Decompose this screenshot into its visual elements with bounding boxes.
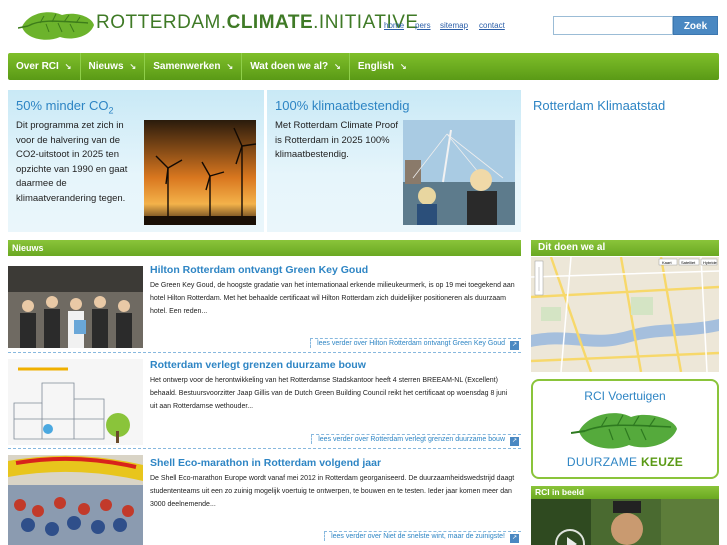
hero-co2-panel[interactable]: 50% minder CO2 Dit programma zet zich in…	[8, 90, 264, 232]
nav-label: English	[357, 61, 394, 72]
arrow-right-icon: ↗	[510, 534, 519, 543]
map-canvas[interactable]: Kaart Satelliet Hybride	[531, 257, 719, 372]
nav-label: Wat doen we al?	[250, 61, 329, 72]
news-item: Shell Eco-marathon in Rotterdam volgend …	[8, 449, 521, 545]
nav-label: Nieuws	[88, 61, 124, 72]
news-photo-hilton[interactable]	[8, 266, 143, 348]
news-title-link[interactable]: Hilton Rotterdam ontvangt Green Key Goud	[150, 264, 368, 276]
header-link-sitemap[interactable]: sitemap	[440, 21, 468, 30]
arrow-down-right-icon: ↘	[64, 62, 72, 71]
wind-turbines-image	[144, 120, 256, 225]
header-link-contact[interactable]: contact	[479, 21, 505, 30]
arrow-down-right-icon: ↘	[129, 62, 137, 71]
rci-voertuigen-title: RCI Voertuigen	[584, 389, 666, 403]
header-link-home[interactable]: home	[384, 21, 404, 30]
arrow-down-right-icon: ↘	[226, 62, 234, 71]
erasmus-bridge-image	[403, 120, 515, 225]
map-zoom-control[interactable]	[534, 260, 544, 296]
leaf-icon	[571, 413, 677, 449]
search-button[interactable]: Zoek	[673, 16, 718, 35]
news-body: Het ontwerp voor de herontwikkeling van …	[150, 377, 508, 410]
hero-climate-proof-title: 100% klimaatbestendig	[275, 98, 410, 113]
news-title-link[interactable]: Rotterdam verlegt grenzen duurzame bouw	[150, 359, 366, 371]
map-control-hybride[interactable]: Hybride	[703, 260, 718, 265]
news-read-more-link[interactable]: lees verder over Hilton Rotterdam ontvan…	[310, 338, 521, 350]
project-map[interactable]: Kaart Satelliet Hybride	[531, 257, 719, 372]
hero-klimaatstad-title: Rotterdam Klimaatstad	[533, 98, 666, 113]
hero-klimaatstad-panel[interactable]: Rotterdam Klimaatstad	[525, 90, 719, 232]
hero-co2-title: 50% minder CO2	[16, 98, 114, 116]
rci-in-beeld-title: RCI in beeld	[531, 486, 719, 499]
news-body: De Green Key Goud, de hoogste gradatie v…	[150, 282, 515, 315]
nav-item-wat-doen-we-al[interactable]: Wat doen we al? ↘	[242, 53, 350, 80]
arrow-right-icon: ↗	[510, 341, 519, 350]
nav-item-over-rci[interactable]: Over RCI ↘	[8, 53, 81, 80]
rci-in-beeld-video[interactable]	[531, 499, 719, 545]
news-photo-eco-marathon[interactable]	[8, 455, 143, 545]
news-title-link[interactable]: Shell Eco-marathon in Rotterdam volgend …	[150, 457, 381, 469]
news-read-more-label: lees verder over Rotterdam verlegt grenz…	[318, 436, 505, 443]
dit-doen-we-al-title: Dit doen we al	[531, 240, 719, 256]
logo-word-rotterdam: ROTTERDAM.	[96, 12, 227, 33]
news-body: De Shell Eco-marathon Europe wordt vanaf…	[150, 475, 515, 508]
news-item: Hilton Rotterdam ontvangt Green Key Goud…	[8, 258, 521, 353]
logo-word-climate: CLIMATE	[226, 12, 314, 33]
search-input[interactable]	[553, 16, 673, 35]
news-photo-stadskantoor[interactable]	[8, 359, 143, 445]
nav-item-samenwerken[interactable]: Samenwerken ↘	[145, 53, 243, 80]
header-link-pers[interactable]: pers	[415, 21, 431, 30]
nav-label: Samenwerken	[153, 61, 221, 72]
hero-climate-proof-text: Met Rotterdam Climate Proof is Rotterdam…	[275, 120, 399, 161]
hero-co2-title-sub: 2	[108, 105, 114, 116]
hero-climate-proof-panel[interactable]: 100% klimaatbestendig Met Rotterdam Clim…	[267, 90, 521, 232]
duurzame-keuze-text-1: DUURZAME	[566, 455, 641, 469]
arrow-down-right-icon: ↘	[399, 62, 407, 71]
map-control-kaart[interactable]: Kaart	[662, 260, 672, 265]
news-item: Rotterdam verlegt grenzen duurzame bouw …	[8, 353, 521, 449]
logo-leaf[interactable]	[18, 7, 98, 43]
news-read-more-link[interactable]: lees verder over Rotterdam verlegt grenz…	[311, 434, 521, 446]
nav-label: Over RCI	[16, 61, 59, 72]
hero-co2-title-main: 50% minder CO	[16, 98, 109, 113]
news-read-more-label: lees verder over Niet de snelste wint, m…	[331, 533, 505, 540]
news-read-more-link[interactable]: lees verder over Niet de snelste wint, m…	[324, 531, 521, 543]
nav-item-nieuws[interactable]: Nieuws ↘	[81, 53, 146, 80]
duurzame-keuze-text-2: KEUZE	[640, 455, 684, 469]
main-nav: Over RCI ↘ Nieuws ↘ Samenwerken ↘ Wat doen …	[8, 53, 719, 80]
duurzame-keuze-text: DUURZAME KEUZE	[533, 455, 717, 469]
nav-item-english[interactable]: English ↘	[350, 53, 415, 80]
hero-co2-text: Dit programma zet zich in voor de halver…	[16, 120, 128, 204]
news-section-title: Nieuws	[8, 240, 521, 256]
rci-voertuigen-banner[interactable]: RCI Voertuigen DUURZAME KEUZE	[531, 379, 719, 479]
news-read-more-label: lees verder over Hilton Rotterdam ontvan…	[317, 340, 505, 347]
arrow-right-icon: ↗	[510, 437, 519, 446]
logo-wordmark[interactable]: ROTTERDAM.CLIMATE.INITIATIVE	[96, 12, 419, 34]
map-control-satelliet[interactable]: Satelliet	[681, 260, 696, 265]
arrow-down-right-icon: ↘	[334, 62, 341, 71]
